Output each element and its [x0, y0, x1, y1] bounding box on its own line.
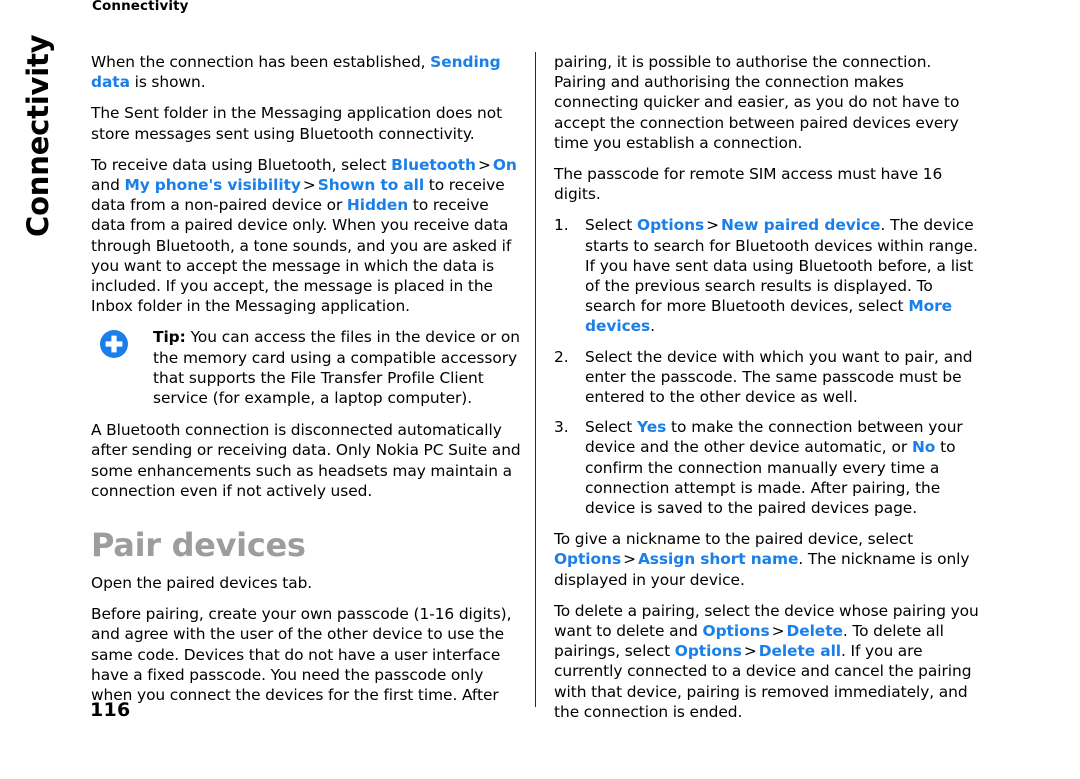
ui-term-on: On	[492, 155, 517, 174]
paragraph-before-pairing: Before pairing, create your own passcode…	[91, 604, 523, 705]
list-item: Select Yes to make the connection betwee…	[554, 417, 986, 518]
text-fragment: and	[91, 176, 125, 195]
ui-term-no: No	[911, 438, 936, 457]
list-item: Select Options > New paired device. The de…	[554, 215, 986, 336]
ui-term-options: Options	[637, 216, 705, 235]
paragraph-auto-disconnect: A Bluetooth connection is disconnected a…	[91, 420, 523, 501]
ui-term-my-phones-visibility: My phone's visibility	[124, 176, 301, 195]
paragraph-delete-pairing: To delete a pairing, select the device w…	[554, 601, 986, 722]
paragraph-assign-nickname: To give a nickname to the paired device,…	[554, 529, 986, 590]
ui-term-assign-short-name: Assign short name	[637, 550, 799, 569]
menu-separator: >	[623, 550, 636, 569]
menu-separator: >	[743, 642, 757, 661]
menu-separator: >	[477, 155, 491, 174]
text-fragment: The Sent folder in the Messaging applica…	[91, 104, 503, 143]
text-fragment: is shown.	[129, 73, 206, 92]
tip-block: Tip: You can access the files in the dev…	[91, 327, 523, 408]
list-item: Select the device with which you want to…	[554, 347, 986, 408]
paragraph-open-paired-tab: Open the paired devices tab.	[91, 573, 523, 593]
text-fragment: .	[650, 317, 655, 336]
left-column: When the connection has been established…	[91, 52, 523, 716]
text-fragment: A Bluetooth connection is disconnected a…	[91, 421, 521, 500]
text-fragment: The passcode for remote SIM access must …	[554, 165, 943, 204]
tip-text: Tip: You can access the files in the dev…	[153, 327, 523, 408]
running-head: Connectivity	[92, 0, 189, 14]
ui-term-hidden: Hidden	[346, 196, 409, 215]
text-fragment: To receive data using Bluetooth, select	[91, 155, 392, 174]
section-heading-pair-devices: Pair devices	[91, 526, 306, 565]
paragraph-remote-sim-passcode: The passcode for remote SIM access must …	[554, 164, 986, 204]
right-column: pairing, it is possible to authorise the…	[554, 52, 986, 733]
menu-separator: >	[771, 622, 785, 641]
page-number: 116	[90, 699, 131, 721]
text-fragment: pairing, it is possible to authorise the…	[554, 53, 960, 152]
ui-term-bluetooth: Bluetooth	[391, 155, 476, 174]
manual-page: Connectivity Connectivity When the conne…	[0, 0, 1080, 779]
pairing-steps-list: Select Options > New paired device. The de…	[554, 215, 986, 518]
text-fragment: You can access the files in the device o…	[153, 328, 520, 408]
text-fragment: Select	[585, 418, 638, 437]
text-fragment: Select the device with which you want to…	[585, 347, 973, 407]
ui-term-delete-all: Delete all	[758, 642, 842, 661]
menu-separator: >	[302, 176, 316, 195]
ui-term-new-paired-device: New paired device	[720, 216, 881, 235]
ui-term-delete: Delete	[786, 622, 843, 641]
paragraph-sent-folder: The Sent folder in the Messaging applica…	[91, 103, 523, 143]
ui-term-shown-to-all: Shown to all	[317, 176, 425, 195]
tip-label: Tip:	[153, 328, 186, 347]
tip-plus-circle-icon	[99, 329, 129, 359]
ui-term-yes: Yes	[637, 418, 667, 437]
text-fragment: When the connection has been established…	[91, 53, 431, 71]
text-fragment: To give a nickname to the paired device,…	[554, 530, 914, 549]
paragraph-receive-data: To receive data using Bluetooth, select …	[91, 155, 523, 317]
paragraph-authorise-connection: pairing, it is possible to authorise the…	[554, 52, 986, 153]
menu-separator: >	[706, 216, 719, 235]
paragraph-sending-data: When the connection has been established…	[91, 52, 523, 92]
text-fragment: Open the paired devices tab.	[91, 574, 313, 593]
column-divider	[535, 52, 536, 707]
ui-term-options: Options	[554, 550, 622, 569]
text-fragment: Select	[585, 216, 638, 235]
ui-term-options: Options	[702, 622, 770, 641]
ui-term-options: Options	[674, 642, 742, 661]
chapter-tab-label: Connectivity	[21, 34, 55, 237]
text-fragment: Before pairing, create your own passcode…	[91, 605, 512, 705]
